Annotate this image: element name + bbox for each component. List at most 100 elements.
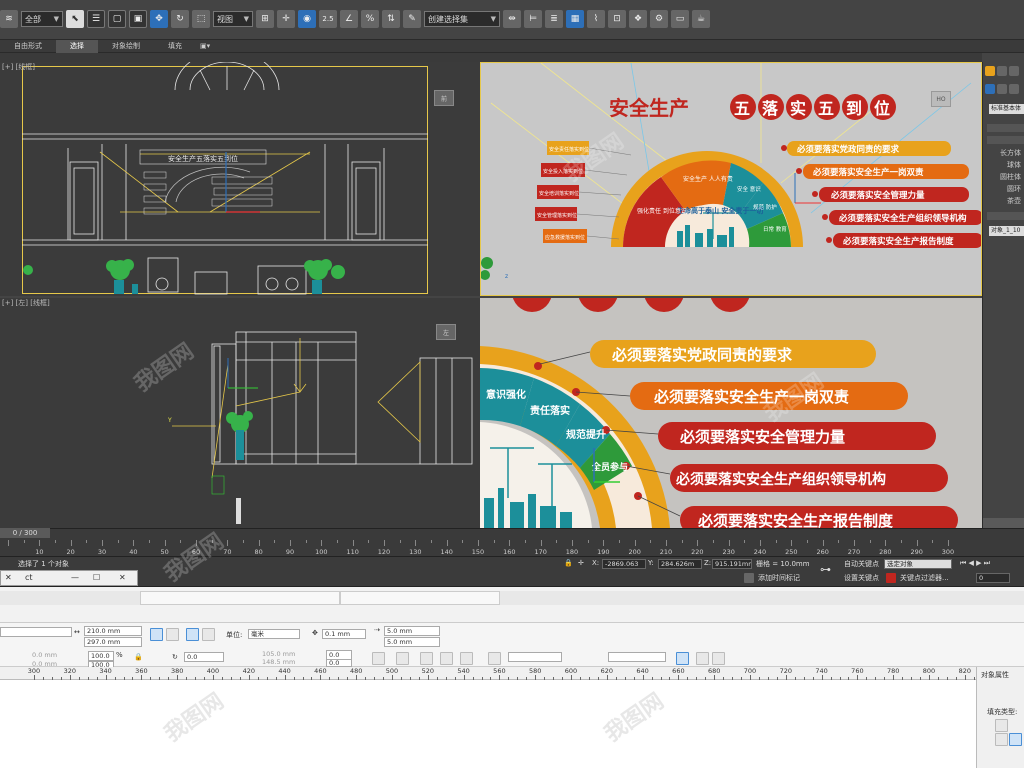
- pivot-icon[interactable]: ⊞: [256, 10, 274, 28]
- duplicate-x-field[interactable]: 5.0 mm: [384, 626, 440, 636]
- scale-icon[interactable]: ⬚: [192, 10, 210, 28]
- lock-icon[interactable]: 🔒: [564, 559, 573, 567]
- coord-x-field[interactable]: -2869.063: [602, 559, 646, 569]
- scale-x-field[interactable]: 100.0: [88, 651, 114, 661]
- minimize-icon[interactable]: —: [71, 573, 79, 582]
- material-editor-icon[interactable]: ❖: [629, 10, 647, 28]
- page-height-field[interactable]: 297.0 mm: [84, 637, 142, 647]
- viewport-camera[interactable]: 必须要落实党政同责的要求 必须要落实安全生产一岗双责 必须要落实安全管理力量 必…: [480, 298, 982, 528]
- rollout-header[interactable]: [987, 136, 1024, 144]
- no-fill-button[interactable]: [995, 719, 1008, 732]
- viewport-left[interactable]: [+] [左] [线框] Y 左: [0, 298, 480, 528]
- rotation-angle-field[interactable]: 0.0: [184, 652, 224, 662]
- mirror-icon[interactable]: ⇹: [503, 10, 521, 28]
- taskbar-window[interactable]: ✕ ct — ☐ ✕: [0, 570, 138, 586]
- object-name-field[interactable]: 对象_1_10: [989, 226, 1024, 236]
- snap-toggle-icon[interactable]: 2.5: [319, 10, 337, 28]
- all-pages-button[interactable]: [186, 628, 199, 641]
- time-slider-track[interactable]: [0, 528, 1024, 540]
- intersect-button[interactable]: [488, 652, 501, 665]
- time-tag-icon[interactable]: [744, 573, 754, 583]
- window-crossing-icon[interactable]: ▣: [129, 10, 147, 28]
- geometry-icon[interactable]: [985, 84, 995, 94]
- create-teapot-button[interactable]: 茶壶: [1007, 196, 1021, 206]
- create-box-button[interactable]: 长方体: [1000, 148, 1021, 158]
- align-icon[interactable]: ⊨: [524, 10, 542, 28]
- render-frame-icon[interactable]: ▭: [671, 10, 689, 28]
- weld-button[interactable]: [440, 652, 453, 665]
- mirror-v-button[interactable]: [396, 652, 409, 665]
- nudge-distance-field[interactable]: 0.1 mm: [322, 629, 366, 639]
- close-icon[interactable]: ✕: [5, 573, 12, 582]
- fountain-fill-button[interactable]: [995, 733, 1008, 746]
- current-frame-field[interactable]: 0: [976, 573, 1010, 583]
- paper-preset-dropdown[interactable]: [0, 627, 72, 637]
- offset-y-field[interactable]: 0.0: [326, 659, 352, 667]
- portrait-button[interactable]: [150, 628, 163, 641]
- primitive-type-dropdown[interactable]: 标准基本体: [989, 104, 1024, 114]
- viewport-label[interactable]: [+] [左] [线框]: [2, 298, 50, 308]
- playback-controls[interactable]: ⏮ ◀ ▶ ⏭: [960, 559, 990, 568]
- track-bar[interactable]: 10 20 30 40 50 60 70 80 90 100 110 120 130 140 150 160 1…: [0, 540, 1024, 557]
- absolute-mode-icon[interactable]: ✛: [578, 559, 584, 567]
- viewcube-icon[interactable]: 前: [434, 90, 454, 106]
- color-style-button[interactable]: [696, 652, 709, 665]
- create-sphere-button[interactable]: 球体: [1007, 160, 1021, 170]
- move-icon[interactable]: ✥: [150, 10, 168, 28]
- align-button[interactable]: [420, 652, 433, 665]
- tab-object-paint[interactable]: 对象绘制: [98, 40, 154, 53]
- angle-snap-icon[interactable]: ∠: [340, 10, 358, 28]
- keyboard-shortcut-icon[interactable]: ◉: [298, 10, 316, 28]
- lights-icon[interactable]: [1009, 84, 1019, 94]
- landscape-button[interactable]: [166, 628, 179, 641]
- viewport-label[interactable]: [+] [线框]: [2, 62, 35, 72]
- document-tab[interactable]: [140, 591, 340, 605]
- create-tab-icon[interactable]: [985, 66, 995, 76]
- spinner-snap-icon[interactable]: ⇅: [382, 10, 400, 28]
- select-tool-button[interactable]: [676, 652, 689, 665]
- rollout-header[interactable]: [987, 124, 1024, 132]
- curve-editor-icon[interactable]: ⌇: [587, 10, 605, 28]
- pos-x-field[interactable]: 0.0 mm: [30, 651, 70, 661]
- page-width-field[interactable]: 210.0 mm: [84, 626, 142, 636]
- key-filters-label[interactable]: 关键点过滤器...: [900, 573, 949, 583]
- auto-key-label[interactable]: 自动关键点: [844, 559, 879, 569]
- render-setup-icon[interactable]: ⚙: [650, 10, 668, 28]
- create-cylinder-button[interactable]: 圆柱体: [1000, 172, 1021, 182]
- key-selection-dropdown[interactable]: 选定对象: [884, 559, 952, 569]
- ribbon-options-icon[interactable]: ▣▾: [196, 40, 214, 53]
- coord-z-field[interactable]: 915.191mm: [712, 559, 752, 569]
- hierarchy-tab-icon[interactable]: [1009, 66, 1019, 76]
- mirror-h-button[interactable]: [372, 652, 385, 665]
- select-by-name-icon[interactable]: ☰: [87, 10, 105, 28]
- selection-filter-dropdown[interactable]: 全部 ▼: [21, 11, 63, 27]
- key-icon[interactable]: ⊶: [820, 563, 831, 576]
- layer-manager-icon[interactable]: ≣: [545, 10, 563, 28]
- schematic-view-icon[interactable]: ⊡: [608, 10, 626, 28]
- tab-selection[interactable]: 选择: [56, 39, 98, 53]
- select-manipulate-icon[interactable]: ✛: [277, 10, 295, 28]
- create-torus-button[interactable]: 圆环: [1007, 184, 1021, 194]
- tab-freeform[interactable]: 自由形式: [0, 40, 56, 53]
- rollout-header[interactable]: [987, 212, 1024, 220]
- rect-select-region-icon[interactable]: ▢: [108, 10, 126, 28]
- document-tab[interactable]: [340, 591, 500, 605]
- render-icon[interactable]: ☕: [692, 10, 710, 28]
- units-dropdown[interactable]: 毫米: [248, 629, 300, 639]
- tab-populate[interactable]: 填充: [154, 40, 196, 53]
- reference-coord-dropdown[interactable]: 视图 ▼: [213, 11, 253, 27]
- uniform-fill-button[interactable]: [1009, 733, 1022, 746]
- app-tab-label[interactable]: ct: [25, 573, 33, 582]
- shapes-icon[interactable]: [997, 84, 1007, 94]
- viewport-front[interactable]: [+] [线框] 安全生产五落实五到位 前: [0, 62, 480, 296]
- key-filter-icon[interactable]: [886, 573, 896, 583]
- coord-y-field[interactable]: 284.626m: [658, 559, 702, 569]
- modify-tab-icon[interactable]: [997, 66, 1007, 76]
- viewcube-icon[interactable]: HO: [931, 91, 951, 107]
- duplicate-y-field[interactable]: 5.0 mm: [384, 637, 440, 647]
- viewport-perspective[interactable]: 安全生产 五落实五到位 生命高于泰山 安全责于一切 强化责任 到位意识 安全生产…: [480, 62, 982, 296]
- scene-explorer-icon[interactable]: ▦: [566, 10, 584, 28]
- set-key-label[interactable]: 设置关键点: [844, 573, 879, 583]
- current-page-button[interactable]: [202, 628, 215, 641]
- trim-button[interactable]: [460, 652, 473, 665]
